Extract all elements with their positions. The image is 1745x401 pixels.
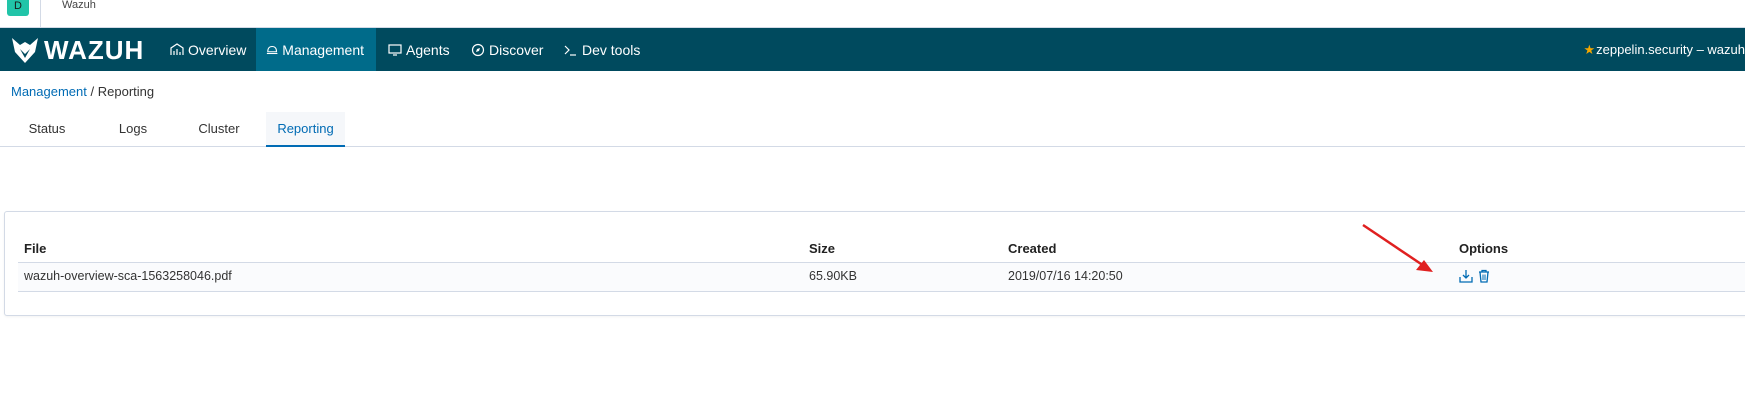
main-nav: WAZUH Overview Management Agents Discove… — [0, 28, 1745, 71]
space-avatar[interactable]: D — [7, 0, 29, 16]
management-icon — [266, 45, 278, 54]
nav-management-label: Management — [282, 41, 364, 58]
divider — [40, 0, 41, 27]
logo-text: WAZUH — [44, 35, 145, 65]
wazuh-fox-icon — [12, 38, 38, 63]
breadcrumb-separator: / — [86, 84, 98, 99]
user-menu[interactable]: ★ zeppelin.security – wazuh — [1583, 28, 1745, 71]
annotation-arrow-icon — [1362, 223, 1433, 272]
cell-size: 65.90KB — [809, 269, 857, 283]
user-label: zeppelin.security – wazuh — [1596, 42, 1745, 57]
cell-created: 2019/07/16 14:20:50 — [1008, 269, 1123, 283]
column-header-file[interactable]: File — [24, 241, 46, 256]
breadcrumb: Management / Reporting — [11, 84, 154, 99]
download-icon[interactable] — [1459, 269, 1473, 283]
monitor-icon — [388, 43, 402, 56]
nav-discover-label: Discover — [489, 41, 544, 58]
tab-logs[interactable]: Logs — [104, 112, 162, 145]
nav-dev-tools-label: Dev tools — [582, 41, 641, 58]
nav-overview-label: Overview — [188, 41, 247, 58]
trash-icon[interactable] — [1477, 269, 1491, 283]
kibana-header: D Wazuh — [0, 0, 1745, 28]
overview-icon — [170, 42, 184, 55]
tab-cluster[interactable]: Cluster — [184, 112, 254, 145]
tab-bar: Status Logs Cluster Reporting — [0, 112, 1745, 147]
breadcrumb-current: Reporting — [97, 84, 155, 99]
nav-management[interactable]: Management — [256, 28, 376, 71]
column-header-size[interactable]: Size — [809, 241, 835, 256]
column-header-created[interactable]: Created — [1008, 241, 1056, 256]
nav-agents-label: Agents — [406, 41, 450, 58]
breadcrumb-management[interactable]: Management — [11, 84, 87, 99]
wazuh-logo[interactable]: WAZUH — [10, 35, 144, 65]
nav-dev-tools[interactable]: Dev tools — [554, 28, 652, 71]
nav-agents[interactable]: Agents — [378, 28, 462, 71]
app-title: Wazuh — [62, 0, 96, 11]
cell-file: wazuh-overview-sca-1563258046.pdf — [24, 269, 232, 283]
column-header-options: Options — [1459, 241, 1509, 256]
tab-status[interactable]: Status — [15, 112, 79, 145]
tab-reporting[interactable]: Reporting — [266, 112, 345, 147]
compass-icon — [471, 43, 485, 56]
console-icon — [564, 45, 576, 56]
nav-discover[interactable]: Discover — [461, 28, 555, 71]
star-icon: ★ — [1583, 41, 1596, 57]
nav-overview[interactable]: Overview — [160, 28, 258, 71]
